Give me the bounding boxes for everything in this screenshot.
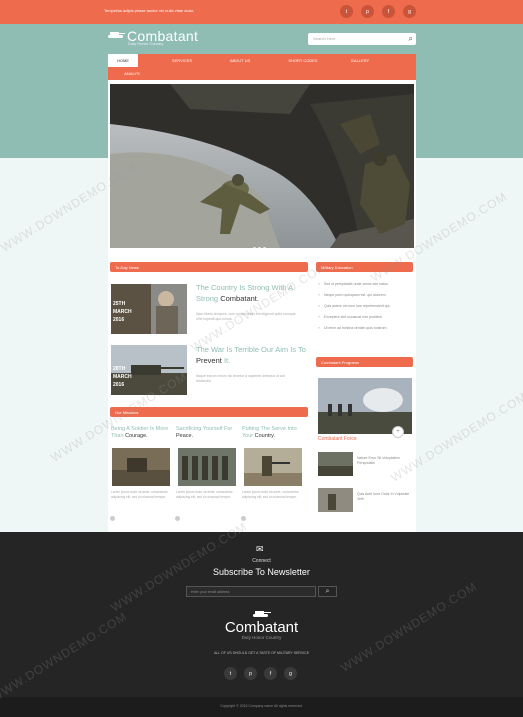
nav-about-us[interactable]: ABOUT US: [218, 54, 262, 67]
news-title-2[interactable]: The War Is Terrible Our Aim Is To Preven…: [196, 344, 306, 366]
news-month-2: MARCH: [113, 374, 132, 380]
education-item[interactable]: Excepteur sint occaecat non proident.: [318, 315, 412, 320]
share-icon[interactable]: +: [392, 426, 404, 438]
copyright-bar: Copyright © 2016 Company name All rights…: [0, 697, 523, 717]
mission-title-1[interactable]: Being A Soldier Is More Than Courage.: [111, 426, 171, 440]
top-bar: Tempellus adipis phase auctor vel nulla …: [0, 0, 523, 24]
brand-tagline: Duty Honor Country: [128, 41, 164, 46]
google-plus-icon[interactable]: g: [403, 5, 416, 18]
main-nav: HOME SERVICES ABOUT US SHORT CODES GALLE…: [108, 54, 416, 80]
newsletter-placeholder: enter your email address: [191, 590, 230, 594]
education-list: Sed ut perspiciatis unde omnis iste natu…: [318, 282, 412, 337]
hero-slider[interactable]: [110, 84, 414, 248]
copyright-text: Copyright © 2016 Company name All rights…: [220, 704, 303, 708]
education-item[interactable]: Sed ut perspiciatis unde omnis iste natu…: [318, 282, 412, 287]
footer-pinterest-icon[interactable]: p: [244, 667, 257, 680]
newsletter-email-input[interactable]: enter your email address: [186, 586, 316, 597]
program-featured-caption[interactable]: Combatant Force: [318, 436, 357, 442]
mission-title-3[interactable]: Putting The Serve Into Your Country.: [242, 426, 308, 440]
nav-analys[interactable]: ANALYS: [108, 67, 156, 80]
slider-dots[interactable]: [253, 237, 268, 248]
footer-twitter-icon[interactable]: t: [224, 667, 237, 680]
search-input[interactable]: Search Here: [313, 36, 335, 41]
education-item[interactable]: Ut enim ad minima veniam quis nostrum.: [318, 326, 412, 331]
connect-label: Connect: [252, 558, 271, 564]
news-month-1: MARCH: [113, 309, 132, 315]
program-text-2[interactable]: Quis Aute Irure Dolor In Vulputate Velit: [357, 492, 412, 501]
footer: ✉ Connect Subscribe To Newsletter enter …: [0, 532, 523, 697]
nav-home[interactable]: HOME: [108, 54, 138, 67]
mission-more-icon-1[interactable]: [110, 516, 115, 521]
mission-title-2[interactable]: Sacrificing Yourself For Peace.: [176, 426, 238, 440]
facebook-icon[interactable]: f: [382, 5, 395, 18]
newsletter-submit-icon[interactable]: ⌕: [318, 586, 337, 597]
nav-services[interactable]: SERVICES: [160, 54, 204, 67]
mission-text-1: Lorem ipsum dolor sit amet, consectetur …: [111, 490, 168, 499]
newsletter-title: Subscribe To Newsletter: [213, 567, 310, 577]
tank-logo-icon: [108, 32, 125, 38]
footer-brand[interactable]: Combatant: [0, 619, 523, 636]
nav-short-codes[interactable]: SHORT CODES: [278, 54, 328, 67]
programs-header: Combatant Programs: [316, 357, 413, 367]
news-text-2: Itaque earum rerum hic tenetur a sapient…: [196, 374, 285, 383]
pinterest-icon[interactable]: p: [361, 5, 374, 18]
program-thumb-2[interactable]: [318, 488, 353, 512]
news-year-1: 2016: [113, 317, 125, 323]
mission-more-icon-2[interactable]: [175, 516, 180, 521]
mission-image-3[interactable]: [244, 448, 302, 486]
nav-gallery[interactable]: GALLERY: [338, 54, 382, 67]
news-date-2: 28TH MARCH 2016: [113, 365, 132, 389]
footer-google-plus-icon[interactable]: g: [284, 667, 297, 680]
mail-icon: ✉: [256, 544, 264, 554]
news-day-2: 28TH: [113, 366, 126, 372]
news-date-1: 25TH MARCH 2016: [113, 300, 132, 324]
news-day-1: 25TH: [113, 301, 126, 307]
news-year-2: 2016: [113, 382, 125, 388]
hero-image: [110, 84, 414, 248]
top-tagline: Tempellus adipis phase auctor vel nulla …: [104, 8, 195, 13]
today-news-header: To-Day News: [110, 262, 308, 272]
education-item[interactable]: Quis autem vel eum iure reprehenderit qu…: [318, 304, 412, 309]
mission-image-1[interactable]: [112, 448, 170, 486]
mission-text-2: Lorem ipsum dolor sit amet, consectetur …: [176, 490, 233, 499]
mission-image-2[interactable]: [178, 448, 236, 486]
footer-facebook-icon[interactable]: f: [264, 667, 277, 680]
search-icon[interactable]: ⌕: [409, 34, 413, 44]
mission-text-3: Lorem ipsum dolor sit amet, consectetur …: [242, 490, 299, 499]
footer-tank-logo-icon: [253, 611, 271, 617]
main-container: HOME SERVICES ABOUT US SHORT CODES GALLE…: [108, 54, 416, 532]
education-item[interactable]: Neque porro quisquam est, qui dolorem.: [318, 293, 412, 298]
search-box[interactable]: Search Here ⌕: [308, 33, 416, 45]
twitter-icon[interactable]: t: [340, 5, 353, 18]
program-thumb-1[interactable]: [318, 452, 353, 476]
